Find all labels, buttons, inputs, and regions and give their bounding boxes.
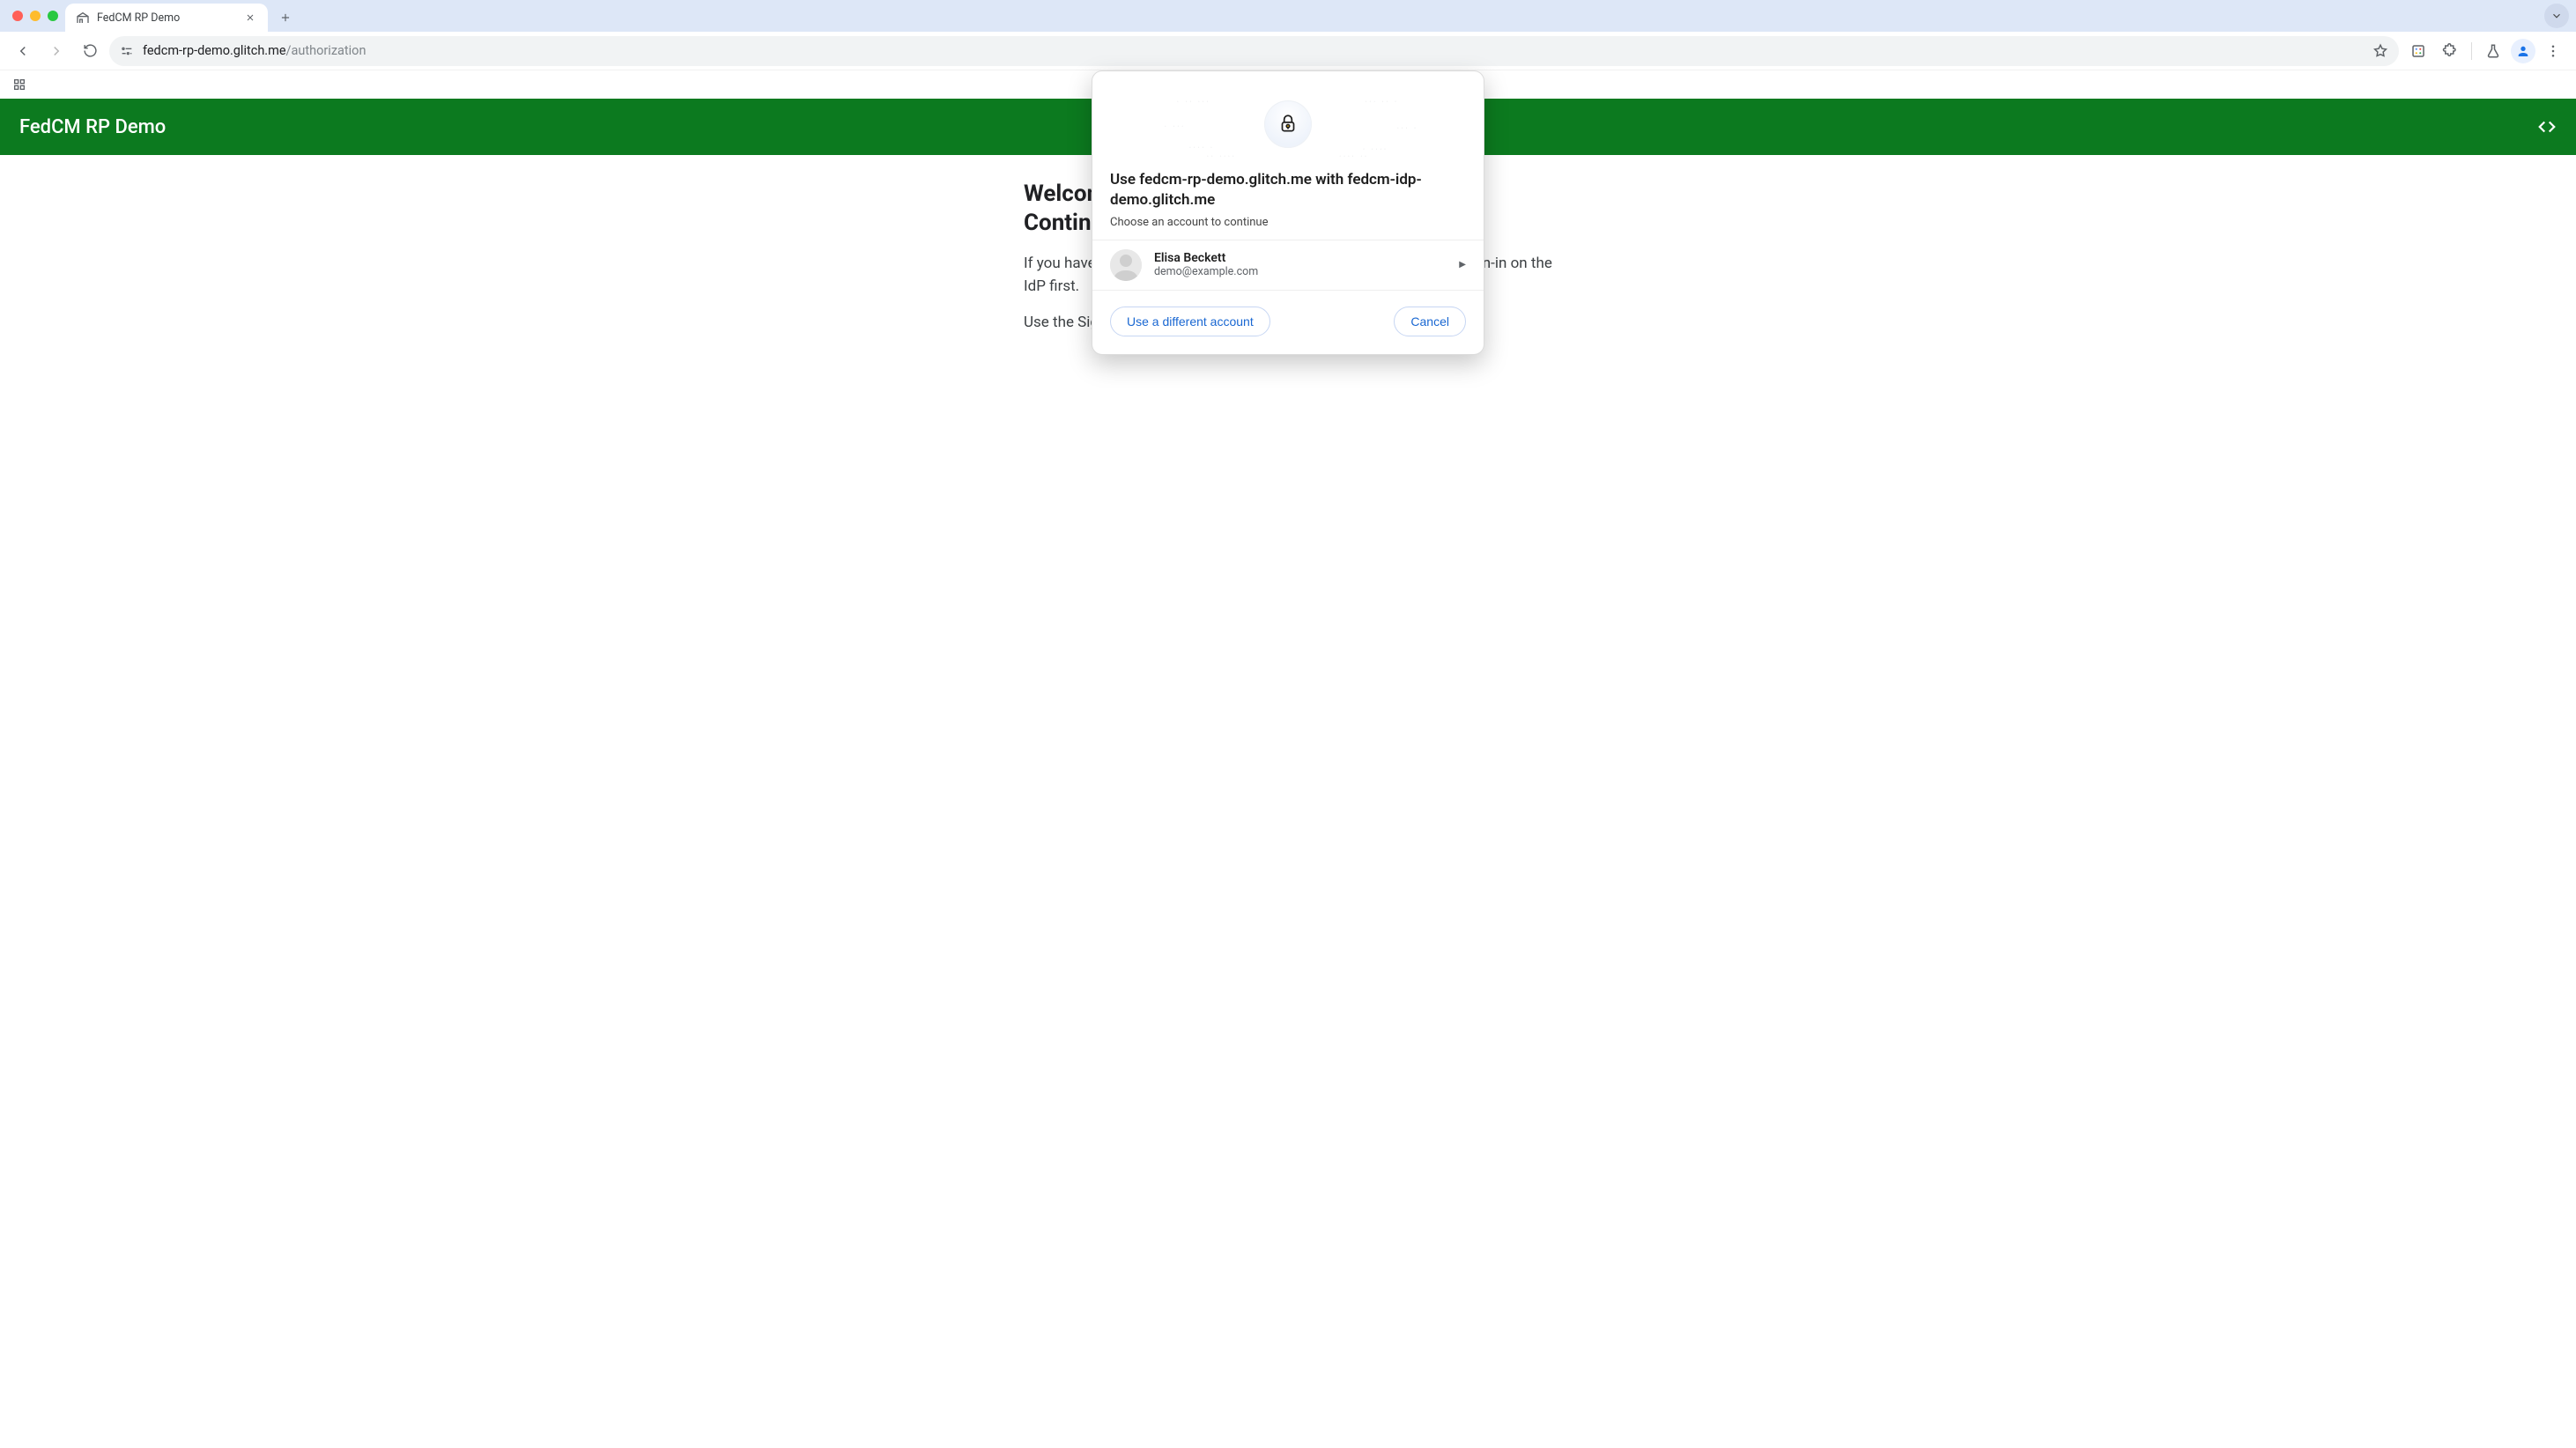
dialog-account-list: Elisa Beckett demo@example.com ▶	[1092, 240, 1484, 291]
new-tab-button[interactable]	[273, 5, 298, 30]
bookmark-star-icon[interactable]	[2372, 43, 2388, 59]
profile-avatar-button[interactable]	[2511, 39, 2535, 63]
labs-flask-icon[interactable]	[2479, 37, 2507, 65]
browser-menu-button[interactable]	[2539, 37, 2567, 65]
dialog-subtitle: Choose an account to continue	[1110, 216, 1466, 229]
toolbar-divider	[2471, 42, 2472, 60]
dialog-lock-icon	[1264, 100, 1312, 148]
dialog-title: Use fedcm-rp-demo.glitch.me with fedcm-i…	[1110, 170, 1466, 211]
apps-grid-icon[interactable]	[9, 74, 30, 95]
use-different-account-button[interactable]: Use a different account	[1110, 307, 1270, 336]
url-path: /authorization	[286, 43, 366, 58]
browser-toolbar: fedcm-rp-demo.glitch.me/authorization	[0, 32, 2576, 70]
chevron-right-icon: ▶	[1459, 260, 1466, 270]
account-avatar	[1110, 249, 1142, 281]
cancel-button[interactable]: Cancel	[1394, 307, 1466, 336]
browser-tab[interactable]: FedCM RP Demo	[65, 4, 268, 32]
browser-tabstrip: FedCM RP Demo	[0, 0, 2576, 32]
window-zoom-button[interactable]	[48, 11, 58, 21]
tab-overflow-button[interactable]	[2544, 4, 2569, 28]
banner-title: FedCM RP Demo	[19, 116, 166, 138]
nav-back-button[interactable]	[9, 37, 37, 65]
window-close-button[interactable]	[12, 11, 23, 21]
tab-favicon-icon	[76, 11, 90, 25]
tab-title: FedCM RP Demo	[97, 11, 236, 25]
fedcm-dialog: · ·· ··· · ··· ···· · ·· ···· ··· ·· · ·…	[1092, 70, 1484, 355]
nav-forward-button[interactable]	[42, 37, 70, 65]
account-text: Elisa Beckett demo@example.com	[1154, 251, 1258, 278]
tab-close-button[interactable]	[243, 11, 257, 25]
site-settings-icon[interactable]	[120, 44, 134, 58]
address-bar[interactable]: fedcm-rp-demo.glitch.me/authorization	[109, 36, 2399, 66]
dialog-hero: · ·· ··· · ··· ···· · ·· ···· ··· ·· · ·…	[1092, 84, 1484, 165]
window-minimize-button[interactable]	[30, 11, 41, 21]
extensions-puzzle-icon[interactable]	[2436, 37, 2464, 65]
extension-devtools-icon[interactable]	[2404, 37, 2432, 65]
view-source-icon[interactable]	[2537, 117, 2557, 137]
address-bar-url: fedcm-rp-demo.glitch.me/authorization	[143, 43, 366, 58]
account-name: Elisa Beckett	[1154, 251, 1258, 265]
nav-reload-button[interactable]	[76, 37, 104, 65]
account-row[interactable]: Elisa Beckett demo@example.com ▶	[1092, 240, 1484, 290]
url-host: fedcm-rp-demo.glitch.me	[143, 43, 286, 58]
account-email: demo@example.com	[1154, 265, 1258, 278]
window-traffic-lights	[7, 0, 65, 32]
